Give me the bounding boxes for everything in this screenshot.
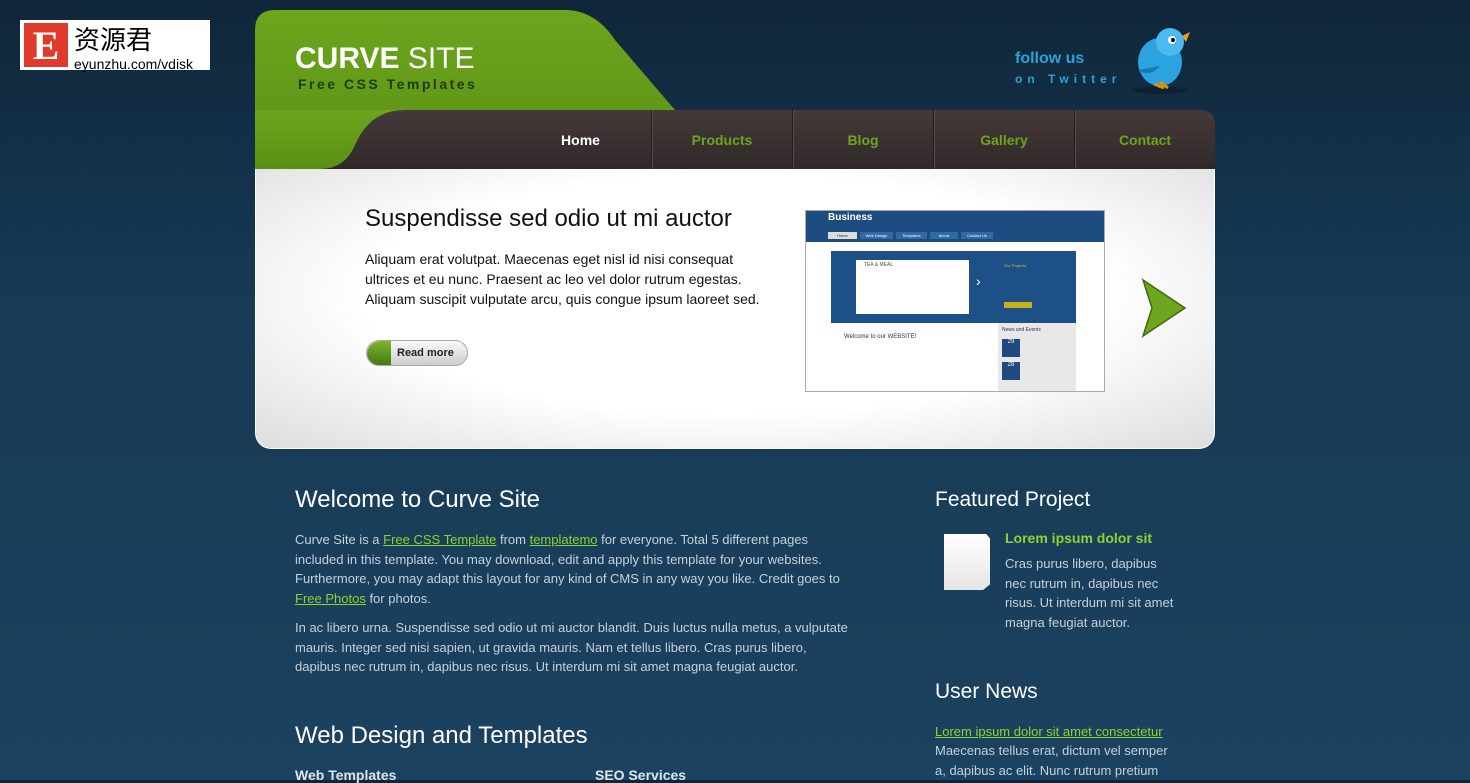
news-text: Maecenas tellus erat, dictum vel semper … xyxy=(935,743,1168,778)
welcome-heading: Welcome to Curve Site xyxy=(295,486,540,513)
main-nav: Home Products Blog Gallery Contact xyxy=(510,110,1215,169)
intro-paragraph: In ac libero urna. Suspendisse sed odio … xyxy=(295,620,848,674)
nav-blog[interactable]: Blog xyxy=(792,110,933,169)
watermark-logo: E 资源君 eyunzhu.com/vdisk xyxy=(20,20,210,72)
watermark-url: eyunzhu.com/vdisk xyxy=(74,55,194,72)
site-subtitle: Free CSS Templates xyxy=(298,76,478,92)
next-slide-arrow-icon[interactable] xyxy=(1140,278,1188,338)
free-photos-link[interactable]: Free Photos xyxy=(295,591,366,606)
nav-contact[interactable]: Contact xyxy=(1074,110,1215,169)
web-design-heading: Web Design and Templates xyxy=(295,722,588,749)
templatemo-link[interactable]: templatemo xyxy=(530,532,598,547)
slide-text: Aliquam erat volutpat. Maecenas eget nis… xyxy=(365,251,760,307)
twitter-follow-link[interactable]: follow us on Twitter xyxy=(1015,50,1121,86)
slide-preview-image: Business Home Web Design Templates About Con… xyxy=(805,210,1105,392)
nav-products[interactable]: Products xyxy=(651,110,792,169)
site-title[interactable]: CURVE SITE xyxy=(295,42,475,76)
nav-home[interactable]: Home xyxy=(510,110,651,169)
nav-gallery[interactable]: Gallery xyxy=(933,110,1074,169)
seo-services-heading: SEO Services xyxy=(595,767,687,783)
slide-title: Suspendisse sed odio ut mi auctor xyxy=(365,205,732,232)
twitter-bird-icon[interactable] xyxy=(1130,20,1196,94)
welcome-paragraph: Curve Site is a Free CSS Template from t… xyxy=(295,532,840,606)
featured-project-heading: Featured Project xyxy=(935,488,1091,511)
news-link[interactable]: Lorem ipsum dolor sit amet consectetur xyxy=(935,722,1163,742)
web-templates-heading: Web Templates xyxy=(295,767,397,783)
featured-item-title[interactable]: Lorem ipsum dolor sit xyxy=(1005,530,1152,546)
free-css-template-link[interactable]: Free CSS Template xyxy=(383,532,496,547)
featured-item-text: Cras purus libero, dapibus nec rutrum in… xyxy=(1005,556,1174,631)
read-more-button[interactable]: Read more xyxy=(366,340,468,366)
watermark-letter: E xyxy=(24,23,68,68)
watermark-chinese: 资源君 xyxy=(74,25,153,56)
project-thumbnail-icon[interactable] xyxy=(944,534,990,590)
user-news-heading: User News xyxy=(935,680,1038,703)
